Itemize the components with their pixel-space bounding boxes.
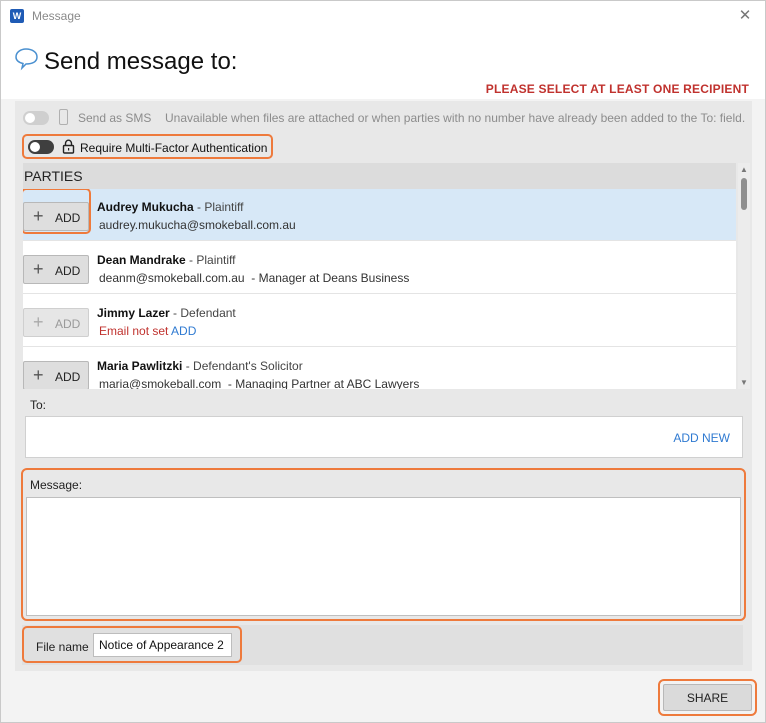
file-row: File name [22, 625, 743, 665]
party-extra: - Managing Partner at ABC Lawyers [221, 377, 420, 389]
parties-scrollbar[interactable]: ▲ ▼ [738, 163, 750, 389]
file-name-input[interactable] [93, 633, 232, 657]
scroll-up-icon[interactable]: ▲ [740, 165, 748, 174]
speech-bubble-icon [15, 48, 38, 71]
sms-note: Unavailable when files are attached or w… [165, 111, 746, 125]
mfa-label: Require Multi-Factor Authentication [80, 141, 268, 155]
party-name: Dean Mandrake - Plaintiff [97, 253, 236, 267]
party-row-maria[interactable]: + ADD Maria Pawlitzki - Defendant's Soli… [23, 348, 736, 389]
party-name-text: Dean Mandrake [97, 253, 186, 267]
party-role: - Defendant [169, 306, 236, 320]
plus-icon: + [33, 259, 44, 279]
lock-icon [62, 139, 75, 154]
add-label: ADD [55, 370, 81, 384]
plus-icon: + [33, 365, 44, 385]
message-section: Message: [21, 468, 746, 621]
message-label: Message: [30, 478, 83, 492]
close-icon[interactable]: ✕ [735, 6, 755, 26]
party-email: deanm@smokeball.com.au [99, 271, 245, 285]
message-input[interactable] [26, 497, 741, 616]
file-name-label: File name [36, 640, 89, 654]
scroll-thumb[interactable] [741, 178, 747, 210]
party-name-text: Jimmy Lazer [97, 306, 170, 320]
party-name: Audrey Mukucha - Plaintiff [97, 200, 244, 214]
party-email: maria@smokeball.com [99, 377, 222, 389]
parties-list: + ADD Audrey Mukucha - Plaintiff audrey.… [23, 189, 736, 389]
add-party-button[interactable]: + ADD [23, 255, 89, 284]
to-field[interactable]: ADD NEW [25, 416, 743, 458]
party-name-text: Maria Pawlitzki [97, 359, 183, 373]
to-label: To: [30, 398, 47, 412]
party-name-text: Audrey Mukucha [97, 200, 194, 214]
share-highlight: SHARE [658, 679, 757, 716]
party-role: - Plaintiff [193, 200, 244, 214]
mfa-row: Require Multi-Factor Authentication [22, 134, 273, 159]
recipient-warning: PLEASE SELECT AT LEAST ONE RECIPIENT [485, 82, 749, 96]
window-title: Message [32, 9, 81, 23]
plus-icon: + [33, 312, 44, 332]
plus-icon: + [33, 206, 44, 226]
page-title: Send message to: [44, 48, 238, 75]
party-extra: - Manager at Deans Business [244, 271, 410, 285]
add-label: ADD [55, 317, 81, 331]
add-label: ADD [55, 211, 81, 225]
add-email-link[interactable]: ADD [171, 324, 196, 338]
party-name: Jimmy Lazer - Defendant [97, 306, 236, 320]
sms-label: Send as SMS [78, 111, 152, 125]
email-not-set: Email not set [99, 324, 169, 338]
toggle-knob [30, 142, 40, 152]
word-app-icon: W [10, 9, 24, 23]
add-party-button: + ADD [23, 308, 89, 337]
add-party-button[interactable]: + ADD [23, 361, 89, 389]
share-button[interactable]: SHARE [663, 684, 752, 711]
file-name-section: File name [22, 626, 242, 663]
mfa-toggle[interactable] [28, 140, 54, 154]
add-party-button[interactable]: + ADD [23, 202, 89, 231]
party-detail: maria@smokeball.com - Managing Partner a… [99, 377, 419, 389]
party-role: - Plaintiff [185, 253, 236, 267]
title-bar: W Message ✕ [1, 1, 765, 31]
party-name: Maria Pawlitzki - Defendant's Solicitor [97, 359, 303, 373]
sms-toggle [23, 111, 49, 125]
party-row-audrey[interactable]: + ADD Audrey Mukucha - Plaintiff audrey.… [23, 189, 736, 241]
phone-icon [59, 109, 68, 125]
add-new-link[interactable]: ADD NEW [673, 431, 730, 445]
party-detail: audrey.mukucha@smokeball.com.au [99, 218, 296, 232]
toggle-knob [25, 113, 35, 123]
parties-header: PARTIES [23, 163, 736, 189]
party-row-jimmy[interactable]: + ADD Jimmy Lazer - Defendant Email not … [23, 295, 736, 347]
form-body: Send as SMS Unavailable when files are a… [15, 101, 752, 671]
party-role: - Defendant's Solicitor [182, 359, 303, 373]
party-email: audrey.mukucha@smokeball.com.au [99, 218, 296, 232]
party-detail: deanm@smokeball.com.au - Manager at Dean… [99, 271, 409, 285]
header: Send message to: PLEASE SELECT AT LEAST … [1, 31, 765, 99]
party-row-dean[interactable]: + ADD Dean Mandrake - Plaintiff deanm@sm… [23, 242, 736, 294]
party-detail: Email not set ADD [99, 324, 196, 338]
sms-row: Send as SMS Unavailable when files are a… [23, 108, 748, 128]
message-window: W Message ✕ Send message to: PLEASE SELE… [0, 0, 766, 723]
scroll-down-icon[interactable]: ▼ [740, 378, 748, 387]
add-label: ADD [55, 264, 81, 278]
